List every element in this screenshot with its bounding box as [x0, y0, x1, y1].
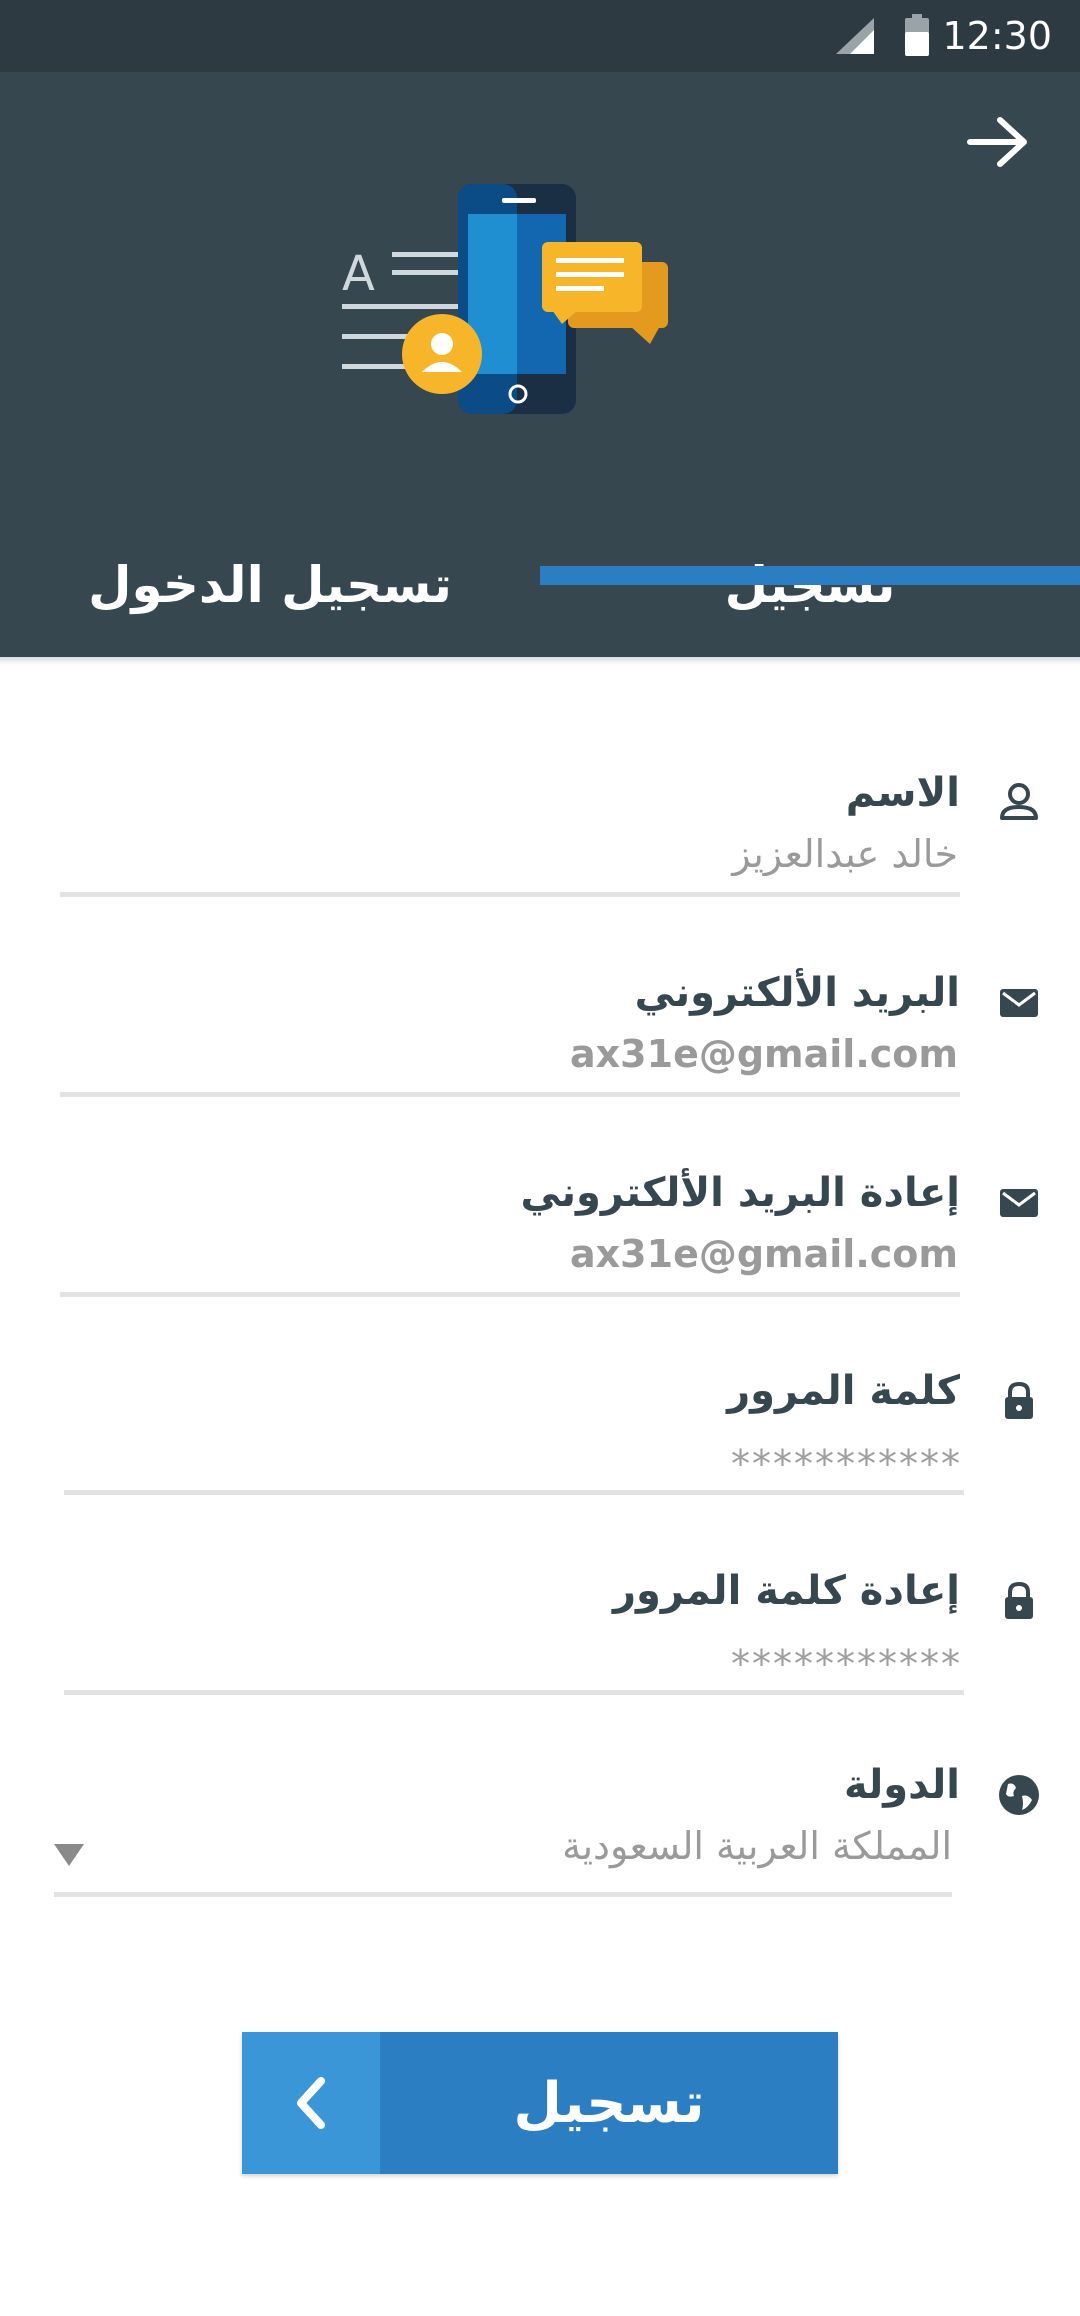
name-underline	[60, 892, 960, 897]
register-button-label: تسجيل	[513, 2070, 705, 2136]
status-time: 12:30	[942, 14, 1052, 58]
dropdown-arrow-icon[interactable]	[54, 1844, 84, 1866]
email-confirm-input[interactable]	[98, 1232, 958, 1276]
forward-arrow-icon[interactable]	[964, 112, 1034, 172]
country-label: الدولة	[844, 1762, 960, 1808]
password-label: كلمة المرور	[727, 1368, 960, 1414]
register-button-arrow	[242, 2032, 380, 2174]
password-confirm-underline	[64, 1690, 964, 1695]
header-shadow	[0, 657, 1080, 665]
name-label: الاسم	[845, 770, 960, 816]
password-input[interactable]	[102, 1442, 962, 1486]
email-confirm-label: إعادة البريد الألكتروني	[520, 1170, 960, 1216]
svg-text:A: A	[342, 246, 375, 302]
email-label: البريد الألكتروني	[634, 970, 960, 1016]
email-confirm-underline	[60, 1292, 960, 1297]
status-bar: 12:30	[0, 0, 1080, 72]
mail-icon	[1000, 1189, 1038, 1217]
country-underline	[54, 1892, 952, 1897]
person-icon	[1000, 783, 1038, 820]
lock-icon	[1005, 1581, 1033, 1619]
chevron-left-icon	[297, 2077, 325, 2129]
tab-login[interactable]: تسجيل الدخول	[0, 512, 540, 657]
globe-icon	[999, 1775, 1039, 1815]
email-underline	[60, 1092, 960, 1097]
register-button[interactable]: تسجيل	[242, 2032, 838, 2174]
mail-icon	[1000, 989, 1038, 1017]
battery-icon	[905, 14, 929, 56]
password-confirm-input[interactable]	[102, 1642, 962, 1686]
signal-icon	[836, 18, 874, 54]
password-confirm-label: إعادة كلمة المرور	[612, 1568, 960, 1614]
phone-chat-illustration: A	[342, 184, 668, 414]
name-input[interactable]	[98, 832, 958, 876]
email-input[interactable]	[98, 1032, 958, 1076]
country-select[interactable]: المملكة العربية السعودية	[92, 1824, 952, 1868]
active-tab-indicator	[540, 566, 1080, 585]
lock-icon	[1005, 1381, 1033, 1419]
password-underline	[64, 1490, 964, 1495]
